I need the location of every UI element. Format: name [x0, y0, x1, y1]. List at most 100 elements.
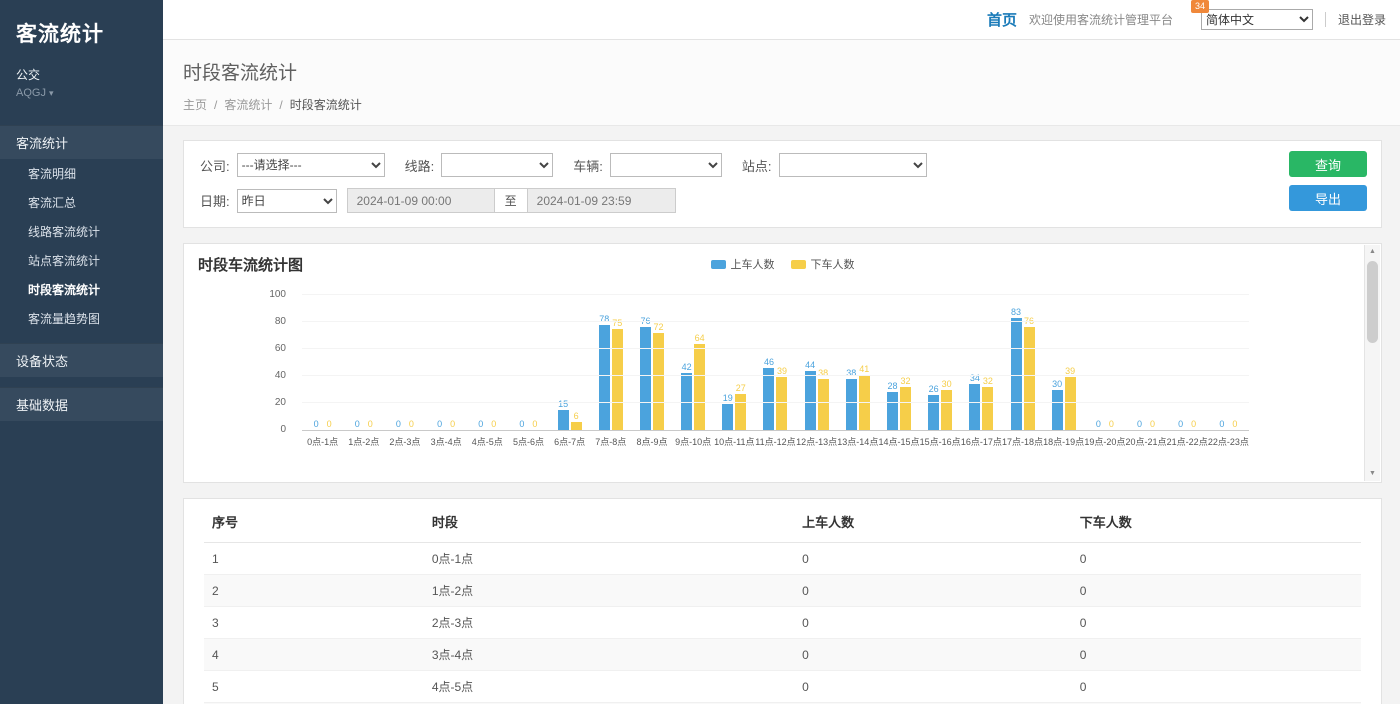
bar[interactable] — [612, 329, 623, 430]
bar[interactable] — [982, 387, 993, 430]
sidebar-section[interactable]: 设备状态 — [0, 343, 163, 377]
date-preset-select[interactable]: 昨日 — [237, 189, 337, 213]
y-axis-tick: 40 — [275, 370, 286, 381]
sidebar-menu: 客流统计客流明细客流汇总线路客流统计站点客流统计时段客流统计客流量趋势图设备状态… — [0, 125, 163, 421]
bar-column: 0 — [1147, 419, 1158, 430]
chart-scrollbar[interactable]: ▲ ▼ — [1364, 245, 1380, 481]
breadcrumb-home[interactable]: 主页 — [183, 96, 207, 113]
bar[interactable] — [599, 325, 610, 430]
line-select[interactable] — [441, 153, 553, 177]
sidebar-item[interactable]: 线路客流统计 — [0, 217, 163, 246]
language-select[interactable]: 简体中文 — [1201, 9, 1313, 30]
bar[interactable] — [969, 384, 980, 430]
legend-label: 上车人数 — [731, 256, 775, 272]
bar-value-label: 0 — [478, 419, 483, 429]
y-axis-tick: 60 — [275, 343, 286, 354]
bar[interactable] — [900, 387, 911, 430]
bar[interactable] — [735, 394, 746, 431]
sidebar-item[interactable]: 客流明细 — [0, 159, 163, 188]
page-title: 时段客流统计 — [183, 58, 1380, 85]
bar[interactable] — [640, 327, 651, 430]
x-axis-label: 20点-21点 — [1125, 431, 1166, 448]
bar[interactable] — [1011, 318, 1022, 430]
bar-value-label: 30 — [1052, 379, 1062, 389]
sidebar-section[interactable]: 基础数据 — [0, 387, 163, 421]
filter-row-1: 公司: ---请选择--- 线路: 车辆: 站点: — [200, 153, 1365, 177]
station-select[interactable] — [779, 153, 927, 177]
sidebar-section[interactable]: 客流统计 — [0, 125, 163, 159]
sidebar-item[interactable]: 客流汇总 — [0, 188, 163, 217]
breadcrumb-parent[interactable]: 客流统计 — [224, 96, 272, 113]
table-cell: 2点-3点 — [424, 607, 794, 639]
org-name: 公交 — [16, 66, 147, 83]
bar-value-label: 30 — [942, 379, 952, 389]
main-area: 首页 欢迎使用客流统计管理平台 34 简体中文 退出登录 时段客流统计 主页 /… — [163, 0, 1400, 704]
x-axis-label: 14点-15点 — [878, 431, 919, 448]
bar-column: 0 — [1134, 419, 1145, 430]
breadcrumb-current: 时段客流统计 — [290, 96, 362, 113]
chart-groups: 0000000000001567875767242641927463944383… — [302, 296, 1249, 430]
export-button[interactable]: 导出 — [1289, 185, 1367, 211]
home-link[interactable]: 首页 — [987, 9, 1017, 30]
sidebar-item[interactable]: 客流量趋势图 — [0, 304, 163, 333]
table-cell: 0 — [1072, 607, 1361, 639]
bar-column: 0 — [475, 419, 486, 430]
bar-group: 00 — [302, 296, 343, 430]
bar[interactable] — [558, 410, 569, 430]
bar[interactable] — [818, 379, 829, 430]
sidebar-item[interactable]: 时段客流统计 — [0, 275, 163, 304]
scroll-up-icon[interactable]: ▲ — [1369, 247, 1376, 257]
bar[interactable] — [1052, 390, 1063, 431]
start-date-input[interactable] — [347, 188, 495, 213]
sidebar-item[interactable]: 站点客流统计 — [0, 246, 163, 275]
bar[interactable] — [1065, 377, 1076, 430]
bar-group: 1927 — [714, 296, 755, 430]
bar[interactable] — [571, 422, 582, 430]
bar[interactable] — [1024, 327, 1035, 430]
bar-value-label: 26 — [929, 384, 939, 394]
bar[interactable] — [941, 390, 952, 431]
x-axis-label: 16点-17点 — [961, 431, 1002, 448]
bar[interactable] — [846, 379, 857, 430]
bar-value-label: 83 — [1011, 307, 1021, 317]
bar-value-label: 0 — [409, 419, 414, 429]
legend-item[interactable]: 上车人数 — [711, 256, 775, 272]
welcome-text: 欢迎使用客流统计管理平台 — [1029, 11, 1173, 28]
scroll-down-icon[interactable]: ▼ — [1369, 469, 1376, 479]
bar-value-label: 0 — [491, 419, 496, 429]
column-header: 时段 — [424, 499, 794, 543]
bar-group: 4264 — [673, 296, 714, 430]
bar-column: 0 — [529, 419, 540, 430]
bar[interactable] — [928, 395, 939, 430]
bar[interactable] — [805, 371, 816, 430]
bar-value-label: 0 — [1150, 419, 1155, 429]
bar[interactable] — [722, 404, 733, 430]
bar-column: 41 — [859, 364, 870, 430]
y-axis-tick: 20 — [275, 397, 286, 408]
bar[interactable] — [776, 377, 787, 430]
bar[interactable] — [763, 368, 774, 430]
vehicle-select[interactable] — [610, 153, 722, 177]
bar[interactable] — [694, 344, 705, 430]
table-cell: 2 — [204, 575, 424, 607]
chevron-down-icon: ▾ — [49, 88, 54, 98]
end-date-input[interactable] — [528, 188, 676, 213]
bar-group: 3039 — [1043, 296, 1084, 430]
bar-column: 38 — [846, 368, 857, 430]
bar-value-label: 32 — [900, 376, 910, 386]
scrollbar-thumb[interactable] — [1367, 261, 1378, 343]
legend-item[interactable]: 下车人数 — [791, 256, 855, 272]
bar-value-label: 42 — [682, 362, 692, 372]
query-button[interactable]: 查询 — [1289, 151, 1367, 177]
bar-value-label: 0 — [368, 419, 373, 429]
bar-column: 44 — [805, 360, 816, 430]
table-cell: 0 — [1072, 575, 1361, 607]
x-axis-label: 8点-9点 — [631, 431, 672, 448]
company-select[interactable]: ---请选择--- — [237, 153, 385, 177]
org-selector[interactable]: AQGJ▾ — [16, 87, 147, 99]
gridline — [302, 348, 1249, 349]
bar[interactable] — [887, 392, 898, 430]
table-row: 10点-1点00 — [204, 543, 1361, 575]
logout-link[interactable]: 退出登录 — [1338, 11, 1386, 28]
table-cell: 0点-1点 — [424, 543, 794, 575]
